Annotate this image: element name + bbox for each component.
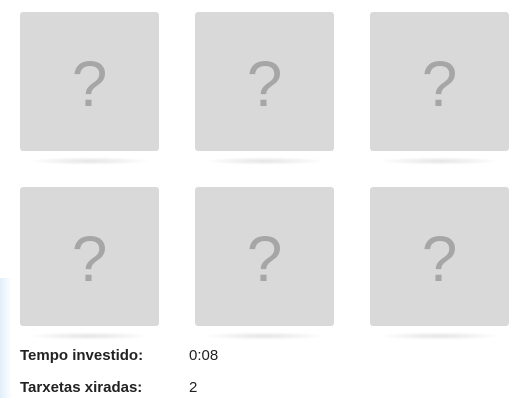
cards-flipped-row: Tarxetas xiradas: 2: [20, 377, 218, 397]
memory-card-2[interactable]: ?: [195, 12, 334, 165]
card-question-mark: ?: [421, 222, 458, 295]
game-stats: Tempo investido: 0:08 Tarxetas xiradas: …: [20, 345, 218, 409]
card-question-mark: ?: [246, 47, 283, 120]
time-spent-label: Tempo investido:: [20, 346, 144, 364]
memory-card-1[interactable]: ?: [20, 12, 159, 165]
time-spent-row: Tempo investido: 0:08: [20, 345, 218, 365]
card-question-mark: ?: [71, 47, 108, 120]
card-question-mark: ?: [421, 47, 458, 120]
memory-card-3[interactable]: ?: [370, 12, 509, 165]
memory-card-5[interactable]: ?: [195, 187, 334, 340]
card-question-mark: ?: [246, 222, 283, 295]
card-question-mark: ?: [71, 222, 108, 295]
memory-card-4[interactable]: ?: [20, 187, 159, 340]
edge-highlight: [0, 278, 12, 398]
cards-flipped-label: Tarxetas xiradas:: [20, 378, 143, 396]
cards-flipped-value: 2: [189, 378, 198, 396]
memory-card-6[interactable]: ?: [370, 187, 509, 340]
time-spent-value: 0:08: [189, 346, 219, 364]
